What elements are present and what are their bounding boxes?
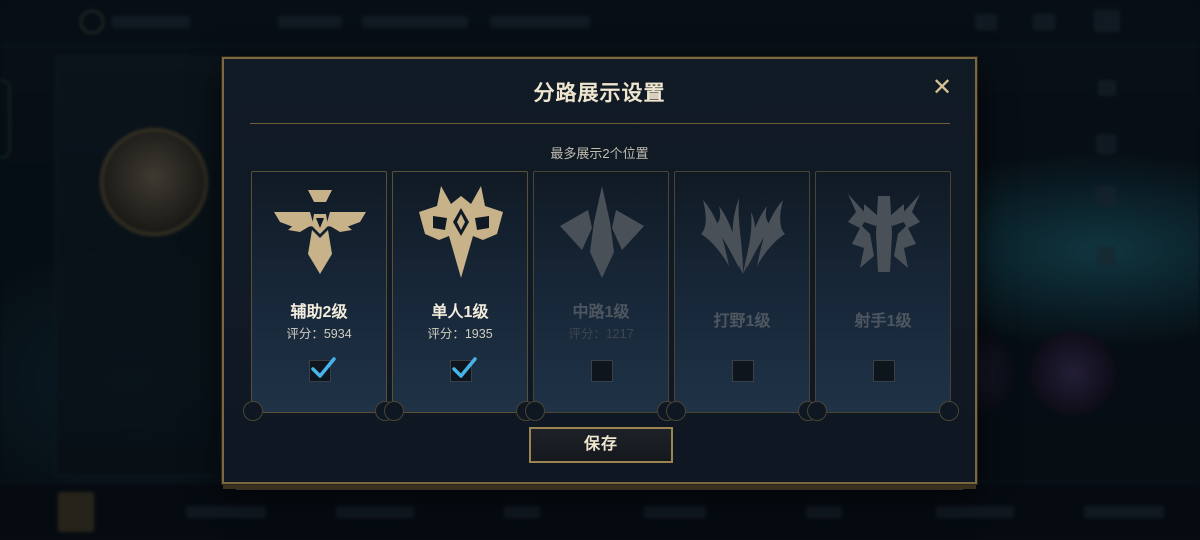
marksman-emblem-icon (848, 194, 920, 272)
solo-emblem-icon (419, 186, 503, 278)
lane-display-settings-dialog: 分路展示设置 ✕ 最多展示2个位置 辅助2级 评分：5934 单人1级 评分：1… (222, 57, 977, 484)
lane-card-support[interactable]: 辅助2级 评分：5934 (243, 171, 395, 421)
lane-name: 打野1级 (713, 313, 771, 330)
close-icon[interactable]: ✕ (931, 76, 953, 100)
title-divider (250, 123, 950, 124)
lane-checkbox-unchecked[interactable] (732, 360, 754, 382)
lane-name: 辅助2级 (290, 304, 348, 321)
checkmark-icon (311, 357, 336, 378)
support-emblem-icon (274, 190, 366, 274)
dialog-bottom-edge (236, 484, 963, 490)
lane-card-solo[interactable]: 单人1级 评分：1935 (384, 171, 536, 421)
lane-card-marksman[interactable]: 射手1级 (807, 171, 959, 421)
dialog-subtitle: 最多展示2个位置 (550, 146, 649, 161)
mid-emblem-icon (560, 186, 644, 278)
lane-score: 评分：1217 (568, 327, 634, 341)
lane-checkbox-checked[interactable] (309, 357, 336, 382)
dialog-title: 分路展示设置 (533, 82, 666, 105)
lane-checkbox-unchecked[interactable] (873, 360, 895, 382)
lane-card-list: 辅助2级 评分：5934 单人1级 评分：1935 中路1级 评分：1217 打… (243, 171, 959, 421)
lane-name: 中路1级 (572, 304, 630, 321)
lane-card-mid[interactable]: 中路1级 评分：1217 (525, 171, 677, 421)
lane-checkbox-unchecked[interactable] (591, 360, 613, 382)
jungle-emblem-icon (701, 198, 785, 274)
lane-name: 单人1级 (431, 304, 489, 321)
lane-card-jungle[interactable]: 打野1级 (666, 171, 818, 421)
lane-score: 评分：5934 (286, 327, 352, 341)
lane-checkbox-checked[interactable] (450, 357, 477, 382)
lane-score: 评分：1935 (427, 327, 493, 341)
save-button[interactable]: 保存 (529, 427, 673, 463)
checkmark-icon (452, 357, 477, 378)
lane-name: 射手1级 (854, 313, 912, 330)
